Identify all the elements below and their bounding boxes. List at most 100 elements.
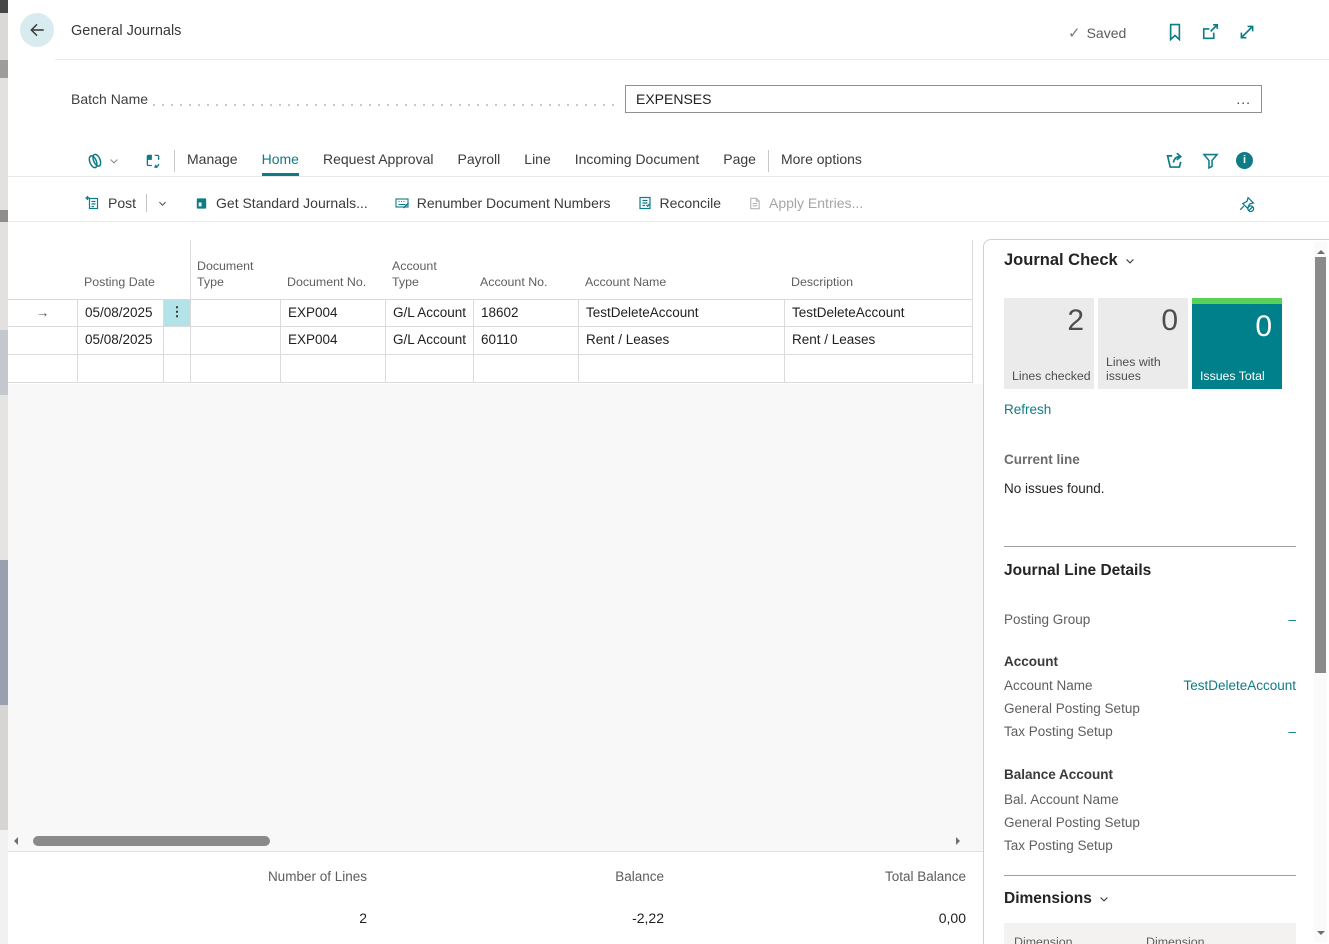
- account-name-link[interactable]: TestDeleteAccount: [1183, 677, 1296, 694]
- refresh-link[interactable]: Refresh: [1004, 402, 1296, 417]
- bal-account-name-row: Bal. Account Name: [1004, 791, 1296, 808]
- filter-icon[interactable]: [1201, 151, 1220, 170]
- tab-manage[interactable]: Manage: [187, 145, 238, 176]
- cell-account-name[interactable]: TestDeleteAccount: [578, 300, 784, 326]
- batch-assist-edit-button[interactable]: ...: [1236, 94, 1251, 104]
- expand-icon[interactable]: [1237, 22, 1257, 42]
- dimension-column-1[interactable]: Dimension: [1014, 935, 1073, 944]
- scroll-left-arrow[interactable]: [10, 837, 18, 845]
- horizontal-scrollbar-thumb[interactable]: [33, 836, 270, 846]
- dimensions-title: Dimensions: [1004, 890, 1092, 908]
- scroll-up-arrow[interactable]: [1317, 246, 1325, 254]
- reconcile-button[interactable]: Reconcile: [637, 195, 721, 211]
- row-menu-button[interactable]: ⋮: [163, 300, 190, 326]
- info-icon[interactable]: i: [1236, 152, 1253, 169]
- tab-line[interactable]: Line: [524, 145, 550, 176]
- more-options-button[interactable]: More options: [781, 145, 862, 176]
- tab-incoming-document[interactable]: Incoming Document: [575, 145, 700, 176]
- cell-description[interactable]: [784, 355, 973, 382]
- cell-document-no[interactable]: EXP004: [280, 300, 385, 326]
- dimensions-header[interactable]: Dimensions: [1004, 890, 1296, 908]
- cell-account-no[interactable]: 60110: [473, 327, 578, 354]
- cell-description[interactable]: TestDeleteAccount: [784, 300, 973, 326]
- cell-account-name[interactable]: [578, 355, 784, 382]
- cell-document-no[interactable]: EXP004: [280, 327, 385, 354]
- grid-empty-area: [8, 384, 983, 852]
- apply-entries-button[interactable]: Apply Entries...: [747, 195, 863, 211]
- row-selector[interactable]: [8, 327, 77, 354]
- vertical-scrollbar-thumb[interactable]: [1315, 257, 1326, 673]
- cell-account-type[interactable]: G/L Account: [385, 327, 473, 354]
- posting-group-label: Posting Group: [1004, 611, 1090, 628]
- cell-account-name[interactable]: Rent / Leases: [578, 327, 784, 354]
- back-arrow-icon: [28, 21, 46, 39]
- focus-mode-icon: [144, 152, 162, 170]
- chevron-down-icon: [1098, 893, 1110, 905]
- batch-name-field[interactable]: EXPENSES ...: [625, 85, 1262, 113]
- row-menu-cell[interactable]: [163, 327, 190, 354]
- post-split-divider: [146, 194, 147, 212]
- journal-check-header[interactable]: Journal Check: [1004, 251, 1296, 270]
- get-standard-journals-button[interactable]: Get Standard Journals...: [194, 195, 368, 211]
- dimension-column-2[interactable]: Dimension: [1146, 935, 1205, 944]
- scroll-down-arrow[interactable]: [1317, 931, 1325, 939]
- lines-checked-label: Lines checked: [1012, 369, 1091, 383]
- open-in-new-window-icon[interactable]: [1200, 22, 1220, 42]
- cell-posting-date[interactable]: 05/08/2025: [77, 327, 163, 354]
- post-button[interactable]: Post: [85, 194, 168, 212]
- column-header-description[interactable]: Description: [791, 274, 853, 290]
- cell-document-no[interactable]: [280, 355, 385, 382]
- cell-account-no[interactable]: [473, 355, 578, 382]
- posting-group-value[interactable]: –: [1288, 611, 1296, 628]
- tab-page[interactable]: Page: [723, 145, 756, 176]
- cell-description[interactable]: Rent / Leases: [784, 327, 973, 354]
- post-dropdown-chevron-icon[interactable]: [157, 198, 168, 209]
- cell-account-type[interactable]: [385, 355, 473, 382]
- cell-posting-date[interactable]: 05/08/2025: [77, 300, 163, 326]
- tax-posting-setup-value[interactable]: –: [1288, 723, 1296, 740]
- total-balance-value: 0,00: [766, 910, 966, 926]
- active-row-indicator[interactable]: →: [8, 300, 77, 326]
- column-header-posting-date[interactable]: Posting Date: [84, 274, 155, 290]
- factbox-pane: Journal Check 2 Lines checked 0 Lines wi…: [983, 239, 1329, 944]
- cell-document-type[interactable]: [190, 327, 280, 354]
- renumber-icon: [394, 195, 410, 211]
- tab-request-approval[interactable]: Request Approval: [323, 145, 434, 176]
- cell-account-type[interactable]: G/L Account: [385, 300, 473, 326]
- tab-home[interactable]: Home: [262, 145, 299, 176]
- column-header-account-no[interactable]: Account No.: [480, 274, 548, 290]
- tab-payroll[interactable]: Payroll: [457, 145, 500, 176]
- frozen-pane-divider: [190, 240, 191, 299]
- current-line-label: Current line: [1004, 452, 1296, 467]
- row-selector[interactable]: [8, 355, 77, 382]
- general-posting-setup-label: General Posting Setup: [1004, 700, 1140, 717]
- column-header-document-no[interactable]: Document No.: [287, 274, 366, 290]
- back-button[interactable]: [20, 13, 54, 47]
- bookmark-icon[interactable]: [1165, 22, 1185, 42]
- column-header-document-type[interactable]: Document Type: [197, 258, 267, 290]
- cell-account-no[interactable]: 18602: [473, 300, 578, 326]
- issues-total-card[interactable]: 0 Issues Total: [1192, 298, 1282, 389]
- table-row-empty: [8, 355, 973, 383]
- row-menu-cell[interactable]: [163, 355, 190, 382]
- renumber-document-numbers-button[interactable]: Renumber Document Numbers: [394, 195, 611, 211]
- cell-posting-date[interactable]: [77, 355, 163, 382]
- focus-mode-button[interactable]: [144, 152, 162, 170]
- lines-checked-card[interactable]: 2 Lines checked: [1004, 298, 1094, 389]
- posting-group-row: Posting Group –: [1004, 611, 1296, 628]
- column-header-account-name[interactable]: Account Name: [585, 274, 666, 290]
- cell-document-type[interactable]: [190, 300, 280, 326]
- views-button[interactable]: [85, 151, 120, 171]
- issues-total-value: 0: [1255, 310, 1272, 344]
- ribbon-divider: [8, 176, 1329, 177]
- number-of-lines-value: 2: [167, 910, 367, 926]
- lines-with-issues-card[interactable]: 0 Lines with issues: [1098, 298, 1188, 389]
- journal-check-title: Journal Check: [1004, 251, 1118, 270]
- share-icon[interactable]: [1163, 150, 1184, 171]
- cell-document-type[interactable]: [190, 355, 280, 382]
- factbox-divider: [1004, 546, 1296, 547]
- scroll-right-arrow[interactable]: [956, 837, 964, 845]
- unpin-action-bar-icon[interactable]: [1237, 195, 1256, 214]
- column-header-account-type[interactable]: Account Type: [392, 258, 452, 290]
- journal-line-details-title: Journal Line Details: [1004, 562, 1296, 580]
